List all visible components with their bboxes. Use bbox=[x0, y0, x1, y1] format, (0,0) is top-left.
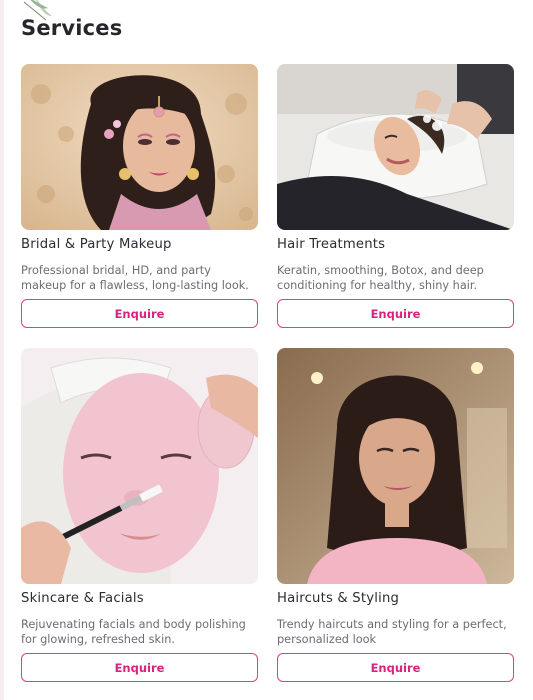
service-card-bridal: Bridal & Party Makeup Professional brida… bbox=[21, 64, 258, 328]
service-card-hair: Hair Treatments Keratin, smoothing, Boto… bbox=[277, 64, 514, 328]
service-description: Rejuvenating facials and body polishing … bbox=[21, 618, 246, 646]
service-title: Skincare & Facials bbox=[21, 591, 144, 606]
service-title: Hair Treatments bbox=[277, 237, 386, 252]
enquire-button-bridal[interactable]: Enquire bbox=[21, 299, 258, 328]
service-description: Trendy haircuts and styling for a perfec… bbox=[277, 618, 507, 646]
enquire-button-skincare[interactable]: Enquire bbox=[21, 653, 258, 682]
page-edge bbox=[0, 0, 4, 700]
service-title: Bridal & Party Makeup bbox=[21, 237, 172, 252]
hair-wash-photo bbox=[277, 64, 514, 230]
service-card-haircut: Haircuts & Styling Trendy haircuts and s… bbox=[277, 348, 514, 682]
service-title: Haircuts & Styling bbox=[277, 591, 400, 606]
enquire-button-hair[interactable]: Enquire bbox=[277, 299, 514, 328]
service-description: Professional bridal, HD, and party makeu… bbox=[21, 264, 249, 292]
enquire-button-haircut[interactable]: Enquire bbox=[277, 653, 514, 682]
haircut-styling-photo bbox=[277, 348, 514, 584]
facial-mask-photo bbox=[21, 348, 258, 584]
service-description: Keratin, smoothing, Botox, and deep cond… bbox=[277, 264, 484, 292]
services-grid: Bridal & Party Makeup Professional brida… bbox=[21, 64, 514, 682]
service-card-skincare: Skincare & Facials Rejuvenating facials … bbox=[21, 348, 258, 682]
page-title: Services bbox=[21, 16, 123, 40]
bridal-makeup-photo bbox=[21, 64, 258, 230]
